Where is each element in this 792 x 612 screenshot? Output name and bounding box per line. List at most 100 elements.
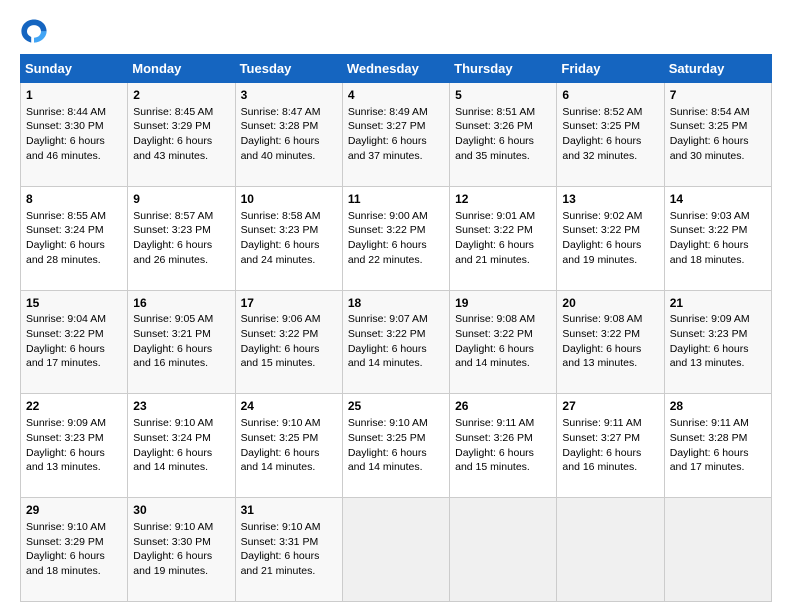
day-cell: 13 Sunrise: 9:02 AM Sunset: 3:22 PM Dayli… <box>557 186 664 290</box>
day-number: 15 <box>26 295 122 312</box>
day-info: Sunrise: 8:44 AM Sunset: 3:30 PM Dayligh… <box>26 106 106 162</box>
day-cell: 14 Sunrise: 9:03 AM Sunset: 3:22 PM Dayli… <box>664 186 771 290</box>
day-number: 11 <box>348 191 444 208</box>
day-info: Sunrise: 9:05 AM Sunset: 3:21 PM Dayligh… <box>133 313 213 369</box>
day-cell: 3 Sunrise: 8:47 AM Sunset: 3:28 PM Daylig… <box>235 83 342 187</box>
day-number: 6 <box>562 87 658 104</box>
day-cell: 6 Sunrise: 8:52 AM Sunset: 3:25 PM Daylig… <box>557 83 664 187</box>
day-info: Sunrise: 9:10 AM Sunset: 3:30 PM Dayligh… <box>133 521 213 577</box>
col-header-saturday: Saturday <box>664 55 771 83</box>
day-cell: 28Sunrise: 9:11 AM Sunset: 3:28 PM Dayli… <box>664 394 771 498</box>
day-cell: 24 Sunrise: 9:10 AM Sunset: 3:25 PM Dayli… <box>235 394 342 498</box>
col-header-tuesday: Tuesday <box>235 55 342 83</box>
day-number: 5 <box>455 87 551 104</box>
day-number: 20 <box>562 295 658 312</box>
day-cell: 29 Sunrise: 9:10 AM Sunset: 3:29 PM Dayli… <box>21 498 128 602</box>
day-cell <box>557 498 664 602</box>
day-number: 3 <box>241 87 337 104</box>
day-info: Sunrise: 9:03 AM Sunset: 3:22 PM Dayligh… <box>670 210 750 266</box>
day-number: 18 <box>348 295 444 312</box>
day-cell: 2 Sunrise: 8:45 AM Sunset: 3:29 PM Daylig… <box>128 83 235 187</box>
day-info: Sunrise: 9:01 AM Sunset: 3:22 PM Dayligh… <box>455 210 535 266</box>
day-cell <box>450 498 557 602</box>
day-cell: 10 Sunrise: 8:58 AM Sunset: 3:23 PM Dayli… <box>235 186 342 290</box>
day-cell <box>664 498 771 602</box>
day-info: Sunrise: 9:10 AM Sunset: 3:24 PM Dayligh… <box>133 417 213 473</box>
day-number: 22 <box>26 398 122 415</box>
day-info: Sunrise: 9:08 AM Sunset: 3:22 PM Dayligh… <box>455 313 535 369</box>
day-number: 10 <box>241 191 337 208</box>
day-number: 8 <box>26 191 122 208</box>
day-cell: 11 Sunrise: 9:00 AM Sunset: 3:22 PM Dayli… <box>342 186 449 290</box>
day-cell: 16Sunrise: 9:05 AM Sunset: 3:21 PM Dayli… <box>128 290 235 394</box>
day-cell: 19Sunrise: 9:08 AM Sunset: 3:22 PM Dayli… <box>450 290 557 394</box>
day-number: 9 <box>133 191 229 208</box>
day-number: 17 <box>241 295 337 312</box>
day-info: Sunrise: 9:06 AM Sunset: 3:22 PM Dayligh… <box>241 313 321 369</box>
day-number: 14 <box>670 191 766 208</box>
day-cell: 1 Sunrise: 8:44 AM Sunset: 3:30 PM Daylig… <box>21 83 128 187</box>
day-info: Sunrise: 8:52 AM Sunset: 3:25 PM Dayligh… <box>562 106 642 162</box>
day-number: 12 <box>455 191 551 208</box>
day-number: 26 <box>455 398 551 415</box>
week-row-3: 15Sunrise: 9:04 AM Sunset: 3:22 PM Dayli… <box>21 290 772 394</box>
day-number: 1 <box>26 87 122 104</box>
day-cell: 15Sunrise: 9:04 AM Sunset: 3:22 PM Dayli… <box>21 290 128 394</box>
logo <box>20 16 52 44</box>
calendar-header-row: SundayMondayTuesdayWednesdayThursdayFrid… <box>21 55 772 83</box>
day-info: Sunrise: 9:07 AM Sunset: 3:22 PM Dayligh… <box>348 313 428 369</box>
day-info: Sunrise: 8:55 AM Sunset: 3:24 PM Dayligh… <box>26 210 106 266</box>
day-number: 21 <box>670 295 766 312</box>
day-number: 2 <box>133 87 229 104</box>
day-info: Sunrise: 9:11 AM Sunset: 3:26 PM Dayligh… <box>455 417 534 473</box>
day-info: Sunrise: 8:51 AM Sunset: 3:26 PM Dayligh… <box>455 106 535 162</box>
day-info: Sunrise: 9:11 AM Sunset: 3:28 PM Dayligh… <box>670 417 749 473</box>
col-header-friday: Friday <box>557 55 664 83</box>
logo-icon <box>20 16 48 44</box>
day-cell: 20Sunrise: 9:08 AM Sunset: 3:22 PM Dayli… <box>557 290 664 394</box>
header <box>20 16 772 44</box>
day-info: Sunrise: 8:57 AM Sunset: 3:23 PM Dayligh… <box>133 210 213 266</box>
week-row-2: 8 Sunrise: 8:55 AM Sunset: 3:24 PM Daylig… <box>21 186 772 290</box>
day-number: 4 <box>348 87 444 104</box>
day-info: Sunrise: 9:04 AM Sunset: 3:22 PM Dayligh… <box>26 313 106 369</box>
day-number: 27 <box>562 398 658 415</box>
day-cell: 4 Sunrise: 8:49 AM Sunset: 3:27 PM Daylig… <box>342 83 449 187</box>
day-cell: 27 Sunrise: 9:11 AM Sunset: 3:27 PM Dayli… <box>557 394 664 498</box>
day-cell <box>342 498 449 602</box>
day-info: Sunrise: 8:58 AM Sunset: 3:23 PM Dayligh… <box>241 210 321 266</box>
day-number: 24 <box>241 398 337 415</box>
day-info: Sunrise: 9:10 AM Sunset: 3:25 PM Dayligh… <box>241 417 321 473</box>
day-info: Sunrise: 8:47 AM Sunset: 3:28 PM Dayligh… <box>241 106 321 162</box>
col-header-sunday: Sunday <box>21 55 128 83</box>
day-cell: 8 Sunrise: 8:55 AM Sunset: 3:24 PM Daylig… <box>21 186 128 290</box>
day-info: Sunrise: 9:00 AM Sunset: 3:22 PM Dayligh… <box>348 210 428 266</box>
col-header-thursday: Thursday <box>450 55 557 83</box>
week-row-4: 22 Sunrise: 9:09 AM Sunset: 3:23 PM Dayli… <box>21 394 772 498</box>
day-cell: 22 Sunrise: 9:09 AM Sunset: 3:23 PM Dayli… <box>21 394 128 498</box>
day-cell: 7Sunrise: 8:54 AM Sunset: 3:25 PM Daylig… <box>664 83 771 187</box>
day-info: Sunrise: 8:45 AM Sunset: 3:29 PM Dayligh… <box>133 106 213 162</box>
day-info: Sunrise: 9:10 AM Sunset: 3:29 PM Dayligh… <box>26 521 106 577</box>
day-cell: 18Sunrise: 9:07 AM Sunset: 3:22 PM Dayli… <box>342 290 449 394</box>
day-number: 31 <box>241 502 337 519</box>
col-header-monday: Monday <box>128 55 235 83</box>
day-number: 29 <box>26 502 122 519</box>
day-cell: 31Sunrise: 9:10 AM Sunset: 3:31 PM Dayli… <box>235 498 342 602</box>
day-cell: 9 Sunrise: 8:57 AM Sunset: 3:23 PM Daylig… <box>128 186 235 290</box>
day-info: Sunrise: 9:02 AM Sunset: 3:22 PM Dayligh… <box>562 210 642 266</box>
day-number: 23 <box>133 398 229 415</box>
day-cell: 17Sunrise: 9:06 AM Sunset: 3:22 PM Dayli… <box>235 290 342 394</box>
day-info: Sunrise: 9:10 AM Sunset: 3:25 PM Dayligh… <box>348 417 428 473</box>
day-number: 30 <box>133 502 229 519</box>
day-cell: 26 Sunrise: 9:11 AM Sunset: 3:26 PM Dayli… <box>450 394 557 498</box>
day-info: Sunrise: 8:54 AM Sunset: 3:25 PM Dayligh… <box>670 106 750 162</box>
day-cell: 23 Sunrise: 9:10 AM Sunset: 3:24 PM Dayli… <box>128 394 235 498</box>
day-number: 16 <box>133 295 229 312</box>
day-info: Sunrise: 9:11 AM Sunset: 3:27 PM Dayligh… <box>562 417 641 473</box>
calendar-table: SundayMondayTuesdayWednesdayThursdayFrid… <box>20 54 772 602</box>
day-number: 13 <box>562 191 658 208</box>
week-row-5: 29 Sunrise: 9:10 AM Sunset: 3:29 PM Dayli… <box>21 498 772 602</box>
day-info: Sunrise: 9:09 AM Sunset: 3:23 PM Dayligh… <box>26 417 106 473</box>
day-info: Sunrise: 8:49 AM Sunset: 3:27 PM Dayligh… <box>348 106 428 162</box>
